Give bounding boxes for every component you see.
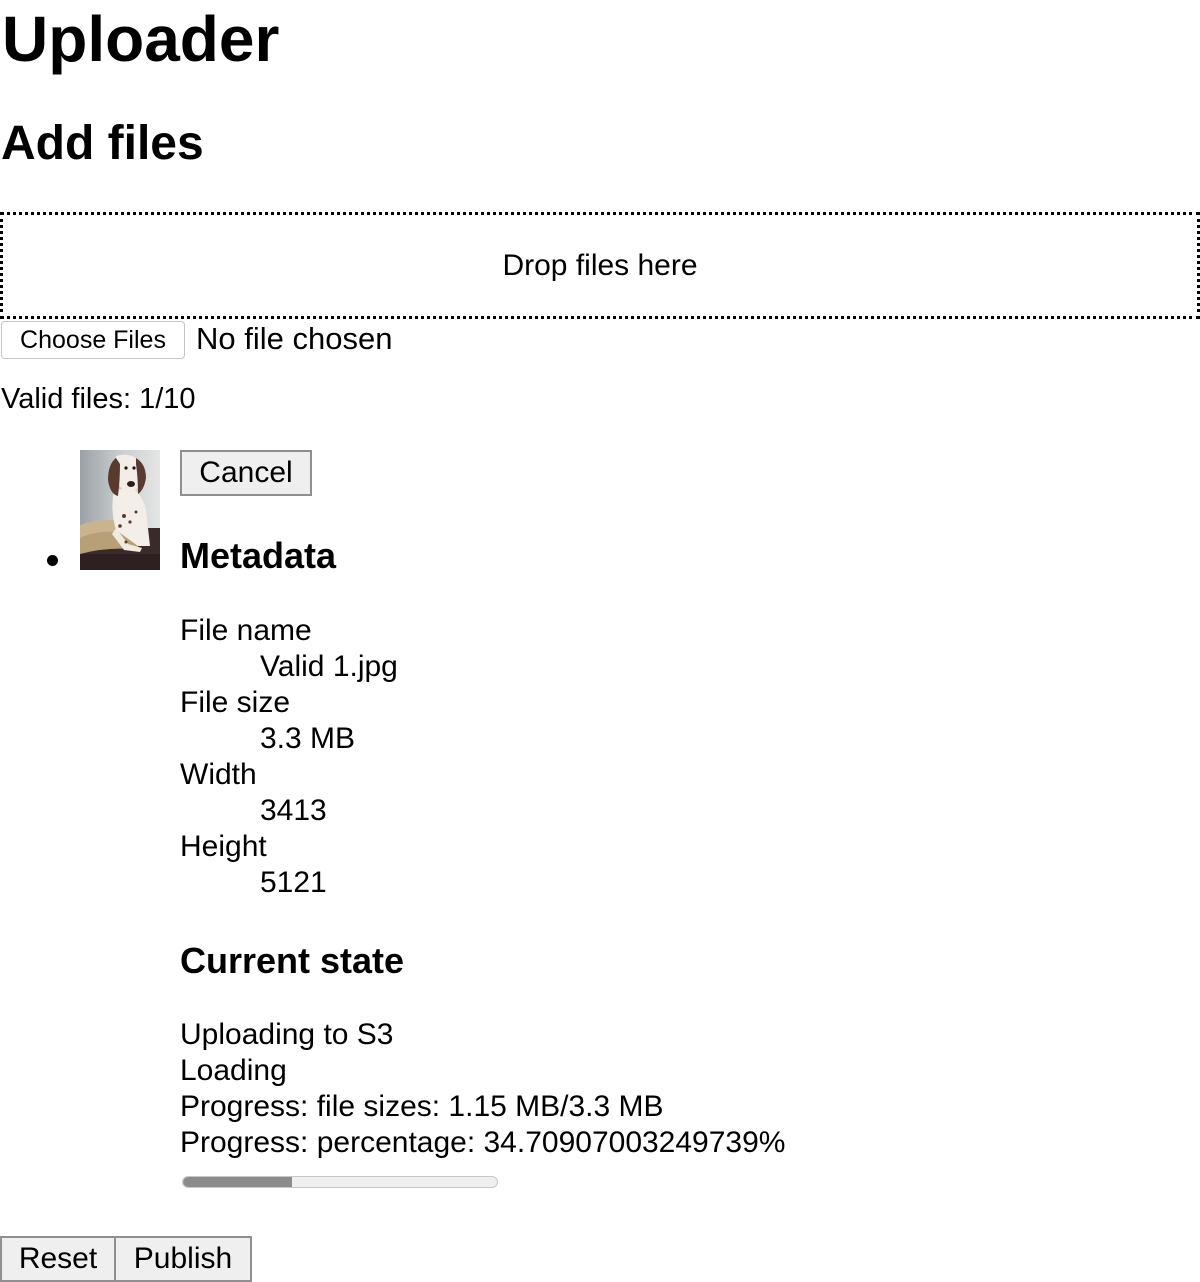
width-value: 3413 [260, 794, 327, 827]
list-bullet [47, 555, 58, 566]
state-upload-target: Uploading to S3 [180, 1018, 394, 1051]
valid-files-count: Valid files: 1/10 [1, 383, 196, 415]
page-title: Uploader [2, 3, 280, 75]
upload-progress-bar [182, 1176, 498, 1188]
section-title-add-files: Add files [1, 117, 204, 170]
file-input-status: No file chosen [196, 321, 393, 356]
metadata-list: File name Valid 1.jpg File size 3.3 MB W… [180, 613, 398, 901]
publish-button[interactable]: Publish [116, 1236, 252, 1282]
file-name-label: File name [180, 614, 312, 647]
state-lines: Uploading to S3 Loading Progress: file s… [180, 1017, 785, 1161]
height-value: 5121 [260, 866, 327, 899]
progress-file-sizes: Progress: file sizes: 1.15 MB/3.3 MB [180, 1090, 664, 1123]
file-size-label: File size [180, 686, 291, 719]
state-status: Loading [180, 1054, 287, 1087]
current-state-heading: Current state [180, 940, 405, 981]
drop-zone-label: Drop files here [502, 248, 698, 282]
drop-zone[interactable]: Drop files here [0, 212, 1200, 319]
choose-files-button[interactable]: Choose Files [1, 321, 185, 359]
upload-progress-fill [183, 1177, 292, 1187]
dog-photo-thumbnail [80, 450, 160, 570]
height-label: Height [180, 830, 267, 863]
width-label: Width [180, 758, 257, 791]
file-name-value: Valid 1.jpg [260, 650, 398, 683]
metadata-heading: Metadata [180, 535, 337, 576]
progress-percentage: Progress: percentage: 34.70907003249739% [180, 1126, 786, 1159]
cancel-upload-button[interactable]: Cancel [180, 450, 312, 496]
file-size-value: 3.3 MB [260, 722, 356, 755]
reset-button[interactable]: Reset [0, 1236, 116, 1282]
